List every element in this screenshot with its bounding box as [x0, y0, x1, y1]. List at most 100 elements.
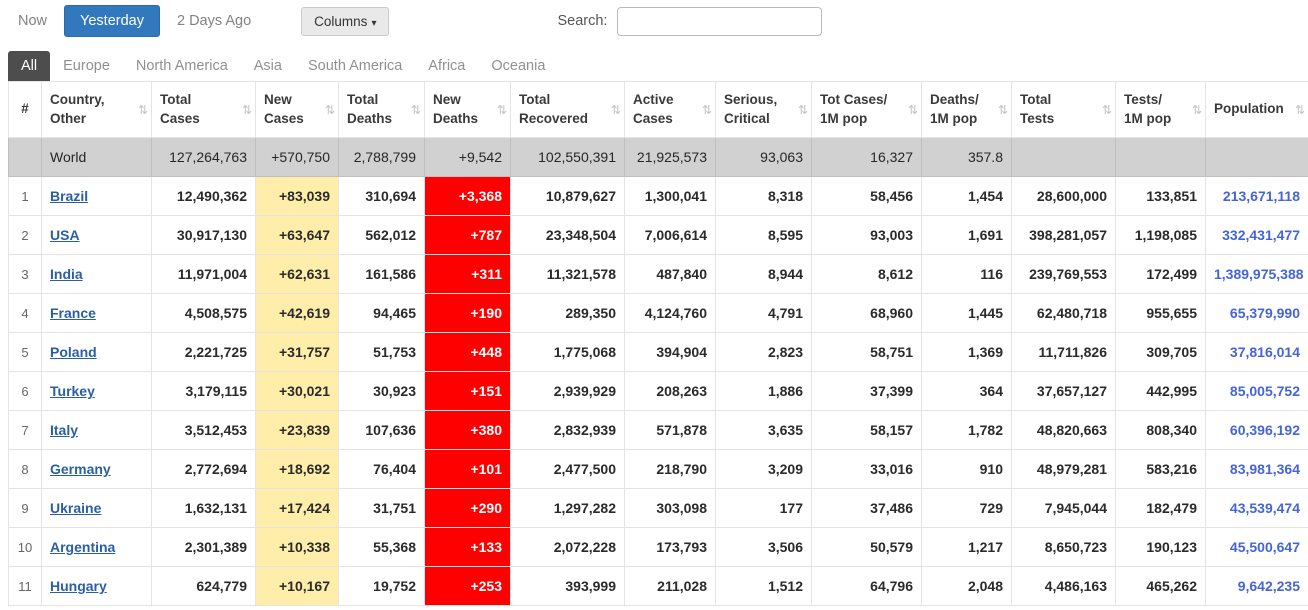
total-tests-cell: 11,711,826: [1012, 333, 1116, 372]
sort-icon: ⇅: [242, 101, 252, 117]
country-link[interactable]: USA: [50, 227, 80, 243]
new-cases-cell: +62,631: [256, 255, 339, 294]
total-recovered-cell: 23,348,504: [511, 216, 625, 255]
new-cases-cell: +23,839: [256, 411, 339, 450]
rank-cell: 3: [9, 255, 42, 294]
tests-1m-cell: 182,479: [1116, 489, 1206, 528]
tests-1m-cell: 465,262: [1116, 567, 1206, 606]
column-header-label: Tests/ 1M pop: [1124, 92, 1171, 125]
total-deaths-cell: 76,404: [339, 450, 425, 489]
tests-1m-cell: 808,340: [1116, 411, 1206, 450]
country-link[interactable]: Italy: [50, 422, 78, 438]
column-header-tests-1m[interactable]: Tests/ 1M pop⇅: [1116, 82, 1206, 138]
country-link[interactable]: France: [50, 305, 96, 321]
column-header-label: Serious, Critical: [724, 92, 777, 125]
column-header-deaths-1m[interactable]: Deaths/ 1M pop⇅: [922, 82, 1012, 138]
total-cases-cell: 1,632,131: [152, 489, 256, 528]
serious-critical-cell: 1,886: [716, 372, 812, 411]
tot-cases-1m-cell: 8,612: [812, 255, 922, 294]
total-recovered-cell: 10,879,627: [511, 177, 625, 216]
tab-north-america[interactable]: North America: [123, 51, 241, 81]
column-header-new-deaths[interactable]: New Deaths⇅: [425, 82, 511, 138]
sort-icon: ⇅: [908, 101, 918, 117]
tab-asia[interactable]: Asia: [241, 51, 295, 81]
active-cases-cell: 571,878: [625, 411, 716, 450]
total-recovered-cell: 2,477,500: [511, 450, 625, 489]
two-days-ago-button[interactable]: 2 Days Ago: [175, 6, 253, 36]
total-recovered-cell: 2,832,939: [511, 411, 625, 450]
country-link[interactable]: Germany: [50, 461, 111, 477]
tab-africa[interactable]: Africa: [415, 51, 478, 81]
total-deaths-cell: 562,012: [339, 216, 425, 255]
tests-1m-cell: 955,655: [1116, 294, 1206, 333]
tests-1m-cell: [1116, 138, 1206, 177]
total-cases-cell: 3,179,115: [152, 372, 256, 411]
table-row: 2USA30,917,130+63,647562,012+78723,348,5…: [9, 216, 1308, 255]
population-cell: 9,642,235: [1206, 567, 1308, 606]
tests-1m-cell: 442,995: [1116, 372, 1206, 411]
population-cell: 85,005,752: [1206, 372, 1308, 411]
tot-cases-1m-cell: 16,327: [812, 138, 922, 177]
country-link[interactable]: Turkey: [50, 383, 95, 399]
column-header-total-recovered[interactable]: Total Recovered⇅: [511, 82, 625, 138]
serious-critical-cell: 8,318: [716, 177, 812, 216]
population-cell: [1206, 138, 1308, 177]
new-deaths-cell: +133: [425, 528, 511, 567]
population-cell: 43,539,474: [1206, 489, 1308, 528]
column-header-total-cases[interactable]: Total Cases⇅: [152, 82, 256, 138]
country-link[interactable]: Poland: [50, 344, 97, 360]
column-header-new-cases[interactable]: New Cases⇅: [256, 82, 339, 138]
column-header-tot-cases-1m[interactable]: Tot Cases/ 1M pop⇅: [812, 82, 922, 138]
country-link[interactable]: Argentina: [50, 539, 115, 555]
country-cell: USA: [42, 216, 152, 255]
tab-south-america[interactable]: South America: [295, 51, 415, 81]
tab-all[interactable]: All: [8, 51, 50, 81]
country-link[interactable]: Brazil: [50, 188, 88, 204]
serious-critical-cell: 8,944: [716, 255, 812, 294]
total-cases-cell: 3,512,453: [152, 411, 256, 450]
rank-cell: 5: [9, 333, 42, 372]
country-link[interactable]: India: [50, 266, 83, 282]
tests-1m-cell: 583,216: [1116, 450, 1206, 489]
column-header-label: Deaths/ 1M pop: [930, 92, 979, 125]
country-link[interactable]: Hungary: [50, 578, 107, 594]
tab-europe[interactable]: Europe: [50, 51, 123, 81]
sort-icon: ⇅: [1102, 101, 1112, 117]
new-cases-cell: +63,647: [256, 216, 339, 255]
new-deaths-cell: +151: [425, 372, 511, 411]
sort-icon: ⇅: [1295, 101, 1305, 117]
serious-critical-cell: 3,209: [716, 450, 812, 489]
column-header-total-deaths[interactable]: Total Deaths⇅: [339, 82, 425, 138]
total-tests-cell: 4,486,163: [1012, 567, 1116, 606]
search-input[interactable]: [617, 7, 822, 36]
column-header-population[interactable]: Population⇅: [1206, 82, 1308, 138]
serious-critical-cell: 2,823: [716, 333, 812, 372]
active-cases-cell: 303,098: [625, 489, 716, 528]
total-recovered-cell: 102,550,391: [511, 138, 625, 177]
rank-cell: 9: [9, 489, 42, 528]
columns-dropdown-button[interactable]: Columns▾: [301, 7, 389, 36]
table-row: 3India11,971,004+62,631161,586+31111,321…: [9, 255, 1308, 294]
world-row: World127,264,763+570,7502,788,799+9,5421…: [9, 138, 1308, 177]
serious-critical-cell: 4,791: [716, 294, 812, 333]
column-header-total-tests[interactable]: Total Tests⇅: [1012, 82, 1116, 138]
table-row: 8Germany2,772,694+18,69276,404+1012,477,…: [9, 450, 1308, 489]
column-header-active-cases[interactable]: Active Cases⇅: [625, 82, 716, 138]
tab-oceania[interactable]: Oceania: [478, 51, 558, 81]
new-deaths-cell: +448: [425, 333, 511, 372]
now-button[interactable]: Now: [16, 6, 49, 36]
population-cell: 60,396,192: [1206, 411, 1308, 450]
serious-critical-cell: 177: [716, 489, 812, 528]
serious-critical-cell: 8,595: [716, 216, 812, 255]
serious-critical-cell: 93,063: [716, 138, 812, 177]
country-cell: World: [42, 138, 152, 177]
sort-icon: ⇅: [611, 101, 621, 117]
table-row: 9Ukraine1,632,131+17,42431,751+2901,297,…: [9, 489, 1308, 528]
total-cases-cell: 11,971,004: [152, 255, 256, 294]
total-cases-cell: 2,772,694: [152, 450, 256, 489]
column-header-serious-critical[interactable]: Serious, Critical⇅: [716, 82, 812, 138]
country-link[interactable]: Ukraine: [50, 500, 101, 516]
yesterday-button[interactable]: Yesterday: [64, 5, 160, 37]
column-header-country[interactable]: Country, Other⇅: [42, 82, 152, 138]
search-label: Search:: [557, 13, 607, 29]
